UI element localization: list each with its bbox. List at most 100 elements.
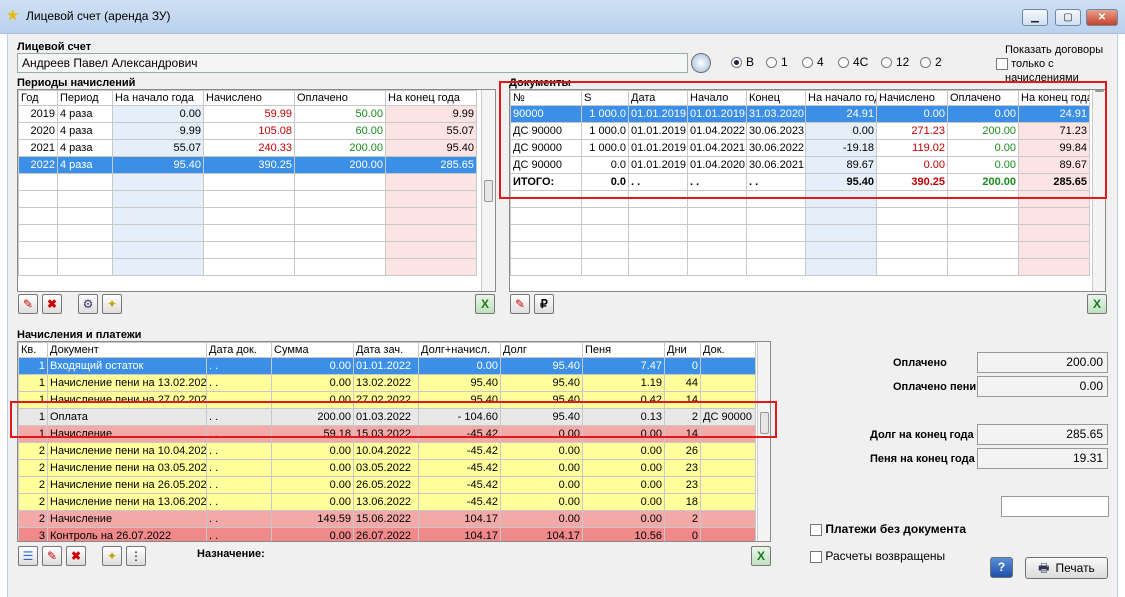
radio-circle[interactable] <box>838 56 849 68</box>
documents-cell <box>947 241 1019 259</box>
vertical-scrollbar[interactable] <box>757 342 770 541</box>
payments-row[interactable]: 2 Начисление пени на 10.04.2022. . 0.00 10.… <box>18 442 756 460</box>
new-period-icon[interactable]: ✦ <box>102 294 122 314</box>
payments-header-7[interactable]: Пеня <box>582 342 665 358</box>
periods-row[interactable]: 2019 4 раза 0.00 59.99 50.00 9.99 <box>18 105 477 123</box>
payments-row[interactable]: 2 Начисление пени на 13.06.2022. . 0.00 13.… <box>18 493 756 511</box>
period-radio-3[interactable]: 4С <box>838 55 868 69</box>
payments-header-1[interactable]: Документ <box>47 342 207 358</box>
delete-period-icon[interactable]: ✖ <box>42 294 62 314</box>
payments-row[interactable]: 2 Начисление пени на 03.05.2022. . 0.00 03.… <box>18 459 756 477</box>
documents-cell <box>510 241 582 259</box>
periods-row[interactable] <box>18 224 477 242</box>
documents-cell <box>746 258 806 276</box>
payments-grid[interactable]: Кв. Документ Дата док. Сумма Дата зач. Долг+н… <box>17 341 771 542</box>
blank-field[interactable] <box>1001 496 1109 517</box>
radio-circle[interactable] <box>731 56 742 68</box>
payments-header-9[interactable]: Док. <box>700 342 756 358</box>
period-radio-0[interactable]: В <box>731 55 754 69</box>
period-radio-1[interactable]: 1 <box>766 55 788 69</box>
period-radio-2[interactable]: 4 <box>802 55 824 69</box>
refunded-row[interactable]: Расчеты возвращены <box>810 549 945 563</box>
edit-period-pencil-icon[interactable]: ✎ <box>18 294 38 314</box>
periods-row[interactable] <box>18 173 477 191</box>
payments-row[interactable]: 1 Входящий остаток. . 0.00 01.01.2022 0.00 95… <box>18 357 756 375</box>
maximize-button[interactable]: ▢ <box>1055 9 1081 26</box>
payments-row[interactable]: 1 Начисление пени на 13.02.2022. . 0.00 13.… <box>18 374 756 392</box>
payments-row[interactable]: 2 Начисление. . 149.59 15.06.2022 104.17 0.00… <box>18 510 756 528</box>
periods-row[interactable]: 2022 4 раза 95.40 390.25 200.00 285.65 <box>18 156 477 174</box>
payments-header-2[interactable]: Дата док. <box>206 342 272 358</box>
new-payment-icon[interactable]: ✦ <box>102 546 122 566</box>
documents-cell <box>628 207 688 225</box>
payments-cell: . . <box>206 476 272 494</box>
periods-cell: 60.00 <box>294 122 386 140</box>
periods-cell: 50.00 <box>294 105 386 123</box>
periods-header-5[interactable]: На конец года <box>385 90 477 106</box>
periods-row[interactable]: 2021 4 раза 55.07 240.33 200.00 95.40 <box>18 139 477 157</box>
payments-header-0[interactable]: Кв. <box>18 342 48 358</box>
help-button[interactable]: ? <box>990 557 1013 578</box>
periods-excel-icon[interactable]: X <box>475 294 495 314</box>
list-view-icon[interactable]: ☰ <box>18 546 38 566</box>
payments-header-6[interactable]: Долг <box>500 342 583 358</box>
show-contracts-checkbox[interactable] <box>996 58 1008 71</box>
periods-header-2[interactable]: На начало года <box>112 90 204 106</box>
payments-cell: . . <box>206 374 272 392</box>
no-doc-payments-row[interactable]: Платежи без документа <box>810 522 966 536</box>
vertical-scrollbar[interactable] <box>481 90 495 291</box>
payments-header-3[interactable]: Сумма <box>271 342 354 358</box>
print-button[interactable]: 🖶 Печать <box>1025 557 1108 579</box>
periods-row[interactable] <box>18 190 477 208</box>
payments-header-5[interactable]: Долг+начисл. <box>418 342 501 358</box>
documents-excel-icon[interactable]: X <box>1087 294 1107 314</box>
documents-row[interactable] <box>510 258 1090 276</box>
periods-row[interactable] <box>18 258 477 276</box>
payments-header-8[interactable]: Дни <box>664 342 701 358</box>
payments-row[interactable]: 3 Контроль на 26.07.2022. . 0.00 26.07.2022… <box>18 527 756 541</box>
periods-header-4[interactable]: Оплачено <box>294 90 386 106</box>
more-options-icon[interactable]: ⋮ <box>126 546 146 566</box>
no-doc-payments-checkbox[interactable] <box>810 523 822 536</box>
edit-document-pencil-icon[interactable]: ✎ <box>510 294 530 314</box>
documents-row[interactable] <box>510 241 1090 259</box>
radio-circle[interactable] <box>920 56 931 68</box>
scrollbar-thumb[interactable] <box>484 180 493 202</box>
documents-cell <box>805 258 877 276</box>
periods-cell <box>294 224 386 242</box>
refunded-checkbox[interactable] <box>810 550 822 563</box>
periods-row[interactable] <box>18 241 477 259</box>
ruble-icon[interactable]: ₽ <box>534 294 554 314</box>
periods-header-1[interactable]: Период <box>57 90 113 106</box>
print-label: Печать <box>1055 561 1095 575</box>
documents-row[interactable] <box>510 207 1090 225</box>
periods-header-0[interactable]: Год <box>18 90 58 106</box>
periods-row[interactable] <box>18 207 477 225</box>
periods-row[interactable]: 2020 4 раза 9.99 105.08 60.00 55.07 <box>18 122 477 140</box>
periods-cell <box>18 224 58 242</box>
payments-cell: Начисление пени на 26.05.2022 <box>47 476 207 494</box>
periods-header-3[interactable]: Начислено <box>203 90 295 106</box>
period-radio-5[interactable]: 2 <box>920 55 942 69</box>
documents-row[interactable] <box>510 224 1090 242</box>
payments-excel-icon[interactable]: X <box>751 546 771 566</box>
account-select-button[interactable] <box>691 53 711 73</box>
radio-label: В <box>746 55 755 69</box>
close-button[interactable]: ✕ <box>1086 9 1118 26</box>
radio-circle[interactable] <box>802 56 813 68</box>
show-contracts-label: Показать договоры только с начислениями <box>996 43 1103 85</box>
radio-circle[interactable] <box>766 56 777 68</box>
recalc-period-icon[interactable]: ⚙ <box>78 294 98 314</box>
period-radio-4[interactable]: 12 <box>881 55 909 69</box>
periods-grid[interactable]: Год Период На начало года Начислено Оплачено… <box>17 89 496 292</box>
periods-cell <box>203 207 295 225</box>
payments-row[interactable]: 2 Начисление пени на 26.05.2022. . 0.00 26.… <box>18 476 756 494</box>
edit-payment-pencil-icon[interactable]: ✎ <box>42 546 62 566</box>
payments-cell: Начисление <box>47 510 207 528</box>
minimize-button[interactable]: ▁ <box>1022 9 1048 26</box>
periods-cell <box>57 207 113 225</box>
radio-circle[interactable] <box>881 56 892 68</box>
payments-header-4[interactable]: Дата зач. <box>353 342 419 358</box>
delete-payment-icon[interactable]: ✖ <box>66 546 86 566</box>
payments-cell <box>700 510 756 528</box>
